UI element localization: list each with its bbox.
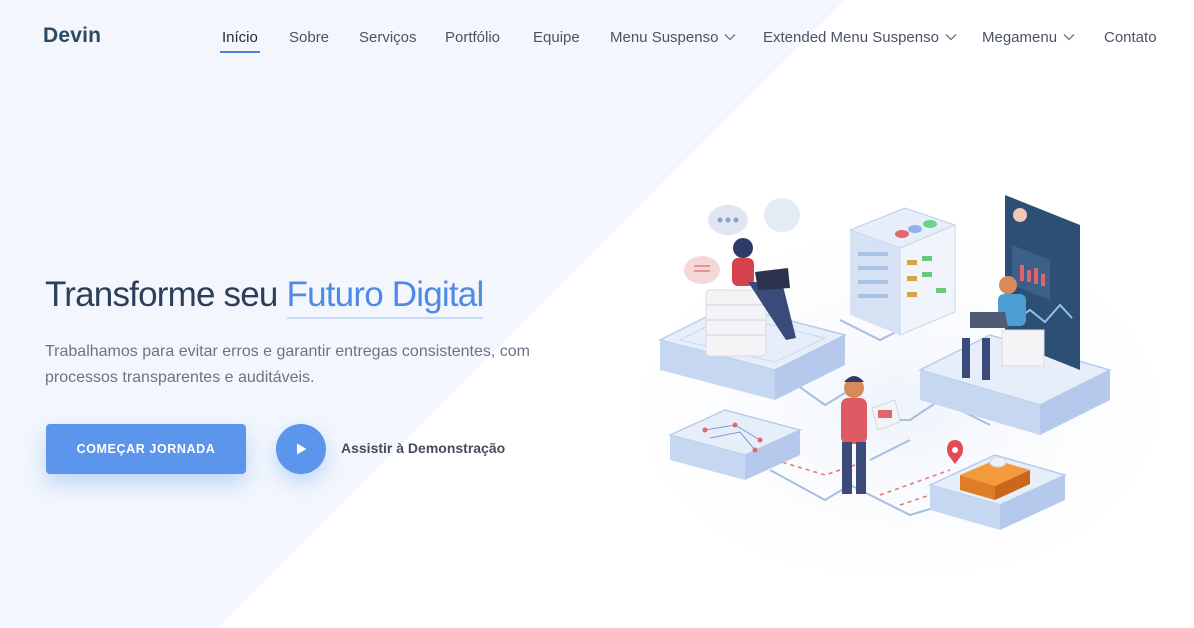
nav-item-label: Serviços <box>359 28 417 46</box>
isometric-team-working-illustration <box>620 195 1170 570</box>
site-header: Devin Início Sobre Serviços Portfólio Eq… <box>0 0 1194 74</box>
hero-description: Trabalhamos para evitar erros e garantir… <box>45 343 530 386</box>
nav-item-label: Menu Suspenso <box>610 28 719 46</box>
hero-title: Transforme seu Futuro Digital <box>45 275 605 315</box>
chevron-down-icon <box>945 33 957 41</box>
nav-item-inicio[interactable]: Início <box>220 27 260 53</box>
chevron-down-icon <box>1063 33 1075 41</box>
nav-item-label: Megamenu <box>982 28 1058 46</box>
nav-item-sobre[interactable]: Sobre <box>289 27 329 47</box>
nav-item-menu-suspenso[interactable]: Menu Suspenso <box>610 27 736 47</box>
nav-item-extended-menu-suspenso[interactable]: Extended Menu Suspenso <box>763 27 957 47</box>
hero-title-prefix: Transforme seu <box>45 275 287 314</box>
play-icon <box>297 443 307 455</box>
main-nav: Início Sobre Serviços Portfólio Equipe M… <box>0 27 1194 57</box>
nav-item-label: Contato <box>1104 28 1157 46</box>
hero-title-highlight: Futuro Digital <box>286 275 485 314</box>
nav-item-servicos[interactable]: Serviços <box>359 27 417 47</box>
nav-item-label: Sobre <box>289 28 330 46</box>
watch-demo-link[interactable]: Assistir à Demonstração <box>341 440 505 456</box>
nav-item-label: Extended Menu Suspenso <box>763 28 939 46</box>
start-journey-button[interactable]: COMEÇAR JORNADA <box>46 424 246 474</box>
hero-section: Transforme seu Futuro Digital Trabalhamo… <box>45 275 605 386</box>
nav-item-label: Equipe <box>533 28 580 46</box>
nav-item-label: Portfólio <box>445 28 501 46</box>
chevron-down-icon <box>724 33 736 41</box>
play-demo-button[interactable] <box>276 424 326 474</box>
nav-item-label: Início <box>222 28 258 46</box>
nav-item-equipe[interactable]: Equipe <box>533 27 580 47</box>
nav-item-portfolio[interactable]: Portfólio <box>445 27 500 47</box>
nav-item-contato[interactable]: Contato <box>1104 27 1157 47</box>
nav-item-megamenu[interactable]: Megamenu <box>982 27 1075 47</box>
